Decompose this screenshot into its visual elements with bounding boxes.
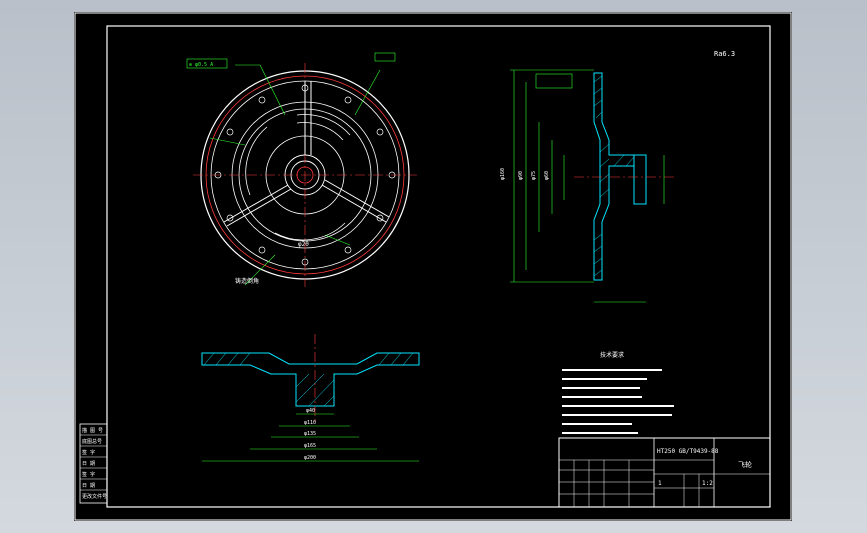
sheet-count: 1 — [658, 480, 662, 487]
strip-label: 日 期 — [82, 461, 95, 467]
strip-label: 描 图 号 — [82, 427, 103, 434]
bottom-dim-label: φ135 — [304, 431, 316, 437]
bottom-dim-label: φ200 — [304, 455, 316, 461]
surface-roughness-mark: Ra6.3 — [714, 50, 735, 58]
section-note: 铸造倒角 — [235, 277, 259, 285]
part-name: 飞轮 — [738, 460, 752, 469]
outer-frame — [74, 12, 792, 521]
inner-frame — [106, 25, 771, 508]
strip-label: 签 字 — [82, 471, 95, 478]
top-dim-label: φ20 — [298, 241, 309, 248]
technical-requirements: 技术要求 — [562, 351, 674, 434]
side-dim-label: φ60 — [544, 171, 550, 180]
title-block: HT250 GB/T9439-88 飞轮 1:2 1 — [558, 437, 771, 508]
bottom-dim-label: φ110 — [304, 420, 316, 426]
drawing-sheet: 描 图 号 底图总号 签 字 日 期 签 字 日 期 更改文件号 ⊕ φ0.5 … — [74, 12, 792, 521]
tech-req-title: 技术要求 — [600, 351, 624, 359]
strip-label: 更改文件号 — [82, 493, 107, 500]
left-revision-strip: 描 图 号 底图总号 签 字 日 期 签 字 日 期 更改文件号 — [79, 423, 108, 504]
strip-label: 日 期 — [82, 483, 95, 489]
side-dim-label: φ160 — [500, 168, 506, 180]
material-spec: HT250 GB/T9439-88 — [657, 448, 719, 455]
cad-viewport[interactable]: 描 图 号 底图总号 签 字 日 期 签 字 日 期 更改文件号 ⊕ φ0.5 … — [0, 0, 867, 533]
drawing-scale: 1:2 — [702, 480, 713, 487]
side-section-view: φ160 φ90 φ75 φ60 Ra6.3 — [500, 50, 735, 303]
strip-label: 底图总号 — [82, 438, 102, 445]
side-dim-label: φ90 — [518, 171, 524, 180]
bottom-dim-label: φ40 — [306, 408, 315, 414]
side-dim-label: φ75 — [531, 171, 537, 180]
top-view: ⊕ φ0.5 A φ20 铸造倒角 — [186, 52, 417, 287]
gtol-frame: ⊕ φ0.5 A — [189, 62, 213, 68]
bottom-dim-label: φ165 — [304, 443, 316, 449]
bottom-section-view: φ40 φ110 φ135 φ165 φ200 — [201, 334, 420, 462]
cad-drawing: 描 图 号 底图总号 签 字 日 期 签 字 日 期 更改文件号 ⊕ φ0.5 … — [74, 12, 792, 521]
strip-label: 签 字 — [82, 449, 95, 456]
